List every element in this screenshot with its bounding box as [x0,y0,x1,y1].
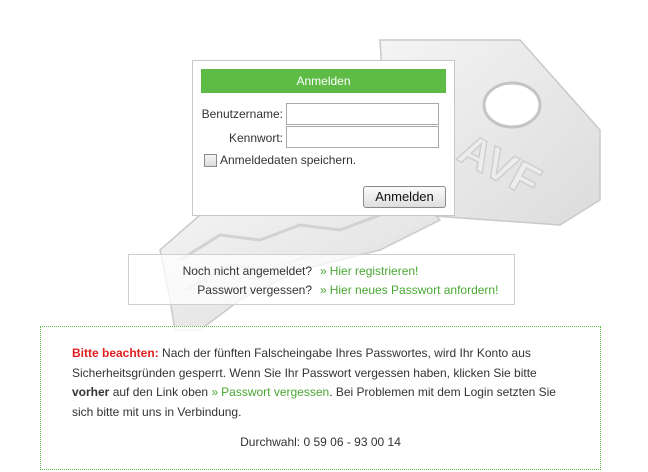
username-label: Benutzername: [201,107,283,121]
forgot-password-link-text[interactable]: Hier neues Passwort anfordern! [330,283,499,297]
notice-bold-word: vorher [72,385,110,399]
remember-me-label[interactable]: Anmeldedaten speichern. [220,153,356,167]
arrow-icon: » [320,283,327,297]
remember-me-checkbox[interactable] [204,153,217,167]
notice-text: Bitte beachten: Nach der fünften Falsche… [72,344,572,422]
login-panel: Anmelden Benutzername: Kennwort: Anmelde… [192,60,455,216]
arrow-icon: » [211,385,219,399]
notice-forgot-password-link[interactable]: » Passwort vergessen [211,385,329,399]
register-link-text[interactable]: Hier registrieren! [330,264,419,278]
notice-text-part-2: auf den Link oben [109,385,212,399]
login-button[interactable]: Anmelden [363,186,446,208]
notice-link-text[interactable]: Passwort vergessen [221,385,329,399]
arrow-icon: » [320,264,327,278]
remember-me-row[interactable]: Anmeldedaten speichern. [204,153,356,167]
password-input[interactable] [286,126,439,148]
register-link[interactable]: » Hier registrieren! [320,264,418,278]
forgot-password-question: Passwort vergessen? [197,283,312,297]
forgot-password-link[interactable]: » Hier neues Passwort anfordern! [320,283,498,297]
account-links-panel: Noch nicht angemeldet? » Hier registriere… [128,254,515,305]
phone-number: Durchwahl: 0 59 06 - 93 00 14 [240,435,401,449]
username-input[interactable] [286,103,439,125]
notice-panel: Bitte beachten: Nach der fünften Falsche… [40,326,601,470]
login-panel-title: Anmelden [201,69,446,93]
password-label: Kennwort: [228,131,283,145]
register-question: Noch nicht angemeldet? [182,264,312,278]
notice-heading: Bitte beachten: [72,346,159,360]
